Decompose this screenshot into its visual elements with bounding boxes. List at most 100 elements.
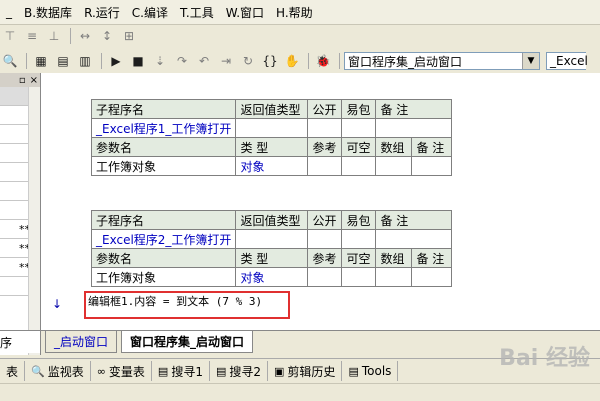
plugin-icon[interactable]: 🐞 <box>313 52 333 70</box>
run-to-cursor-icon[interactable]: ⇥ <box>216 52 236 70</box>
current-line-arrow-icon: ↓ <box>52 297 63 311</box>
array-cell[interactable] <box>375 267 413 287</box>
document-icon: ▤ <box>348 364 359 378</box>
watch-icon[interactable]: {} <box>260 52 280 70</box>
module-select[interactable]: 窗口程序集_启动窗口 ▼ <box>344 52 540 70</box>
menu-bar: _ B.数据库 R.运行 C.编译 T.工具 W.窗口 H.帮助 <box>0 0 600 25</box>
return-type-cell[interactable] <box>235 229 309 249</box>
left-panel-tab[interactable]: 序 <box>0 330 40 353</box>
col-header: 备 注 <box>411 137 453 157</box>
col-header: 备 注 <box>375 210 453 230</box>
subroutine-name[interactable]: _Excel程序2_工作簿打开 <box>90 229 237 249</box>
chevron-down-icon[interactable]: ▼ <box>522 53 539 69</box>
easy-pkg-cell[interactable] <box>341 229 377 249</box>
menu-item-help[interactable]: H.帮助 <box>270 4 319 21</box>
panel-icon[interactable]: ▥ <box>75 52 95 70</box>
col-header: 返回值类型 <box>235 210 309 230</box>
document-icon: ▤ <box>157 364 169 378</box>
alignment-toolbar: ⊤ ≡ ⊥ ↔ ↕ ⊞ <box>0 25 600 47</box>
step-over-icon[interactable]: ↷ <box>172 52 192 70</box>
module-select-value: 窗口程序集_启动窗口 <box>348 54 463 69</box>
nullable-cell[interactable] <box>341 156 377 176</box>
function-select[interactable]: _Excel <box>546 52 588 70</box>
col-header: 可空 <box>341 248 377 268</box>
ref-cell[interactable] <box>307 267 343 287</box>
window-icon[interactable]: ▤ <box>53 52 73 70</box>
col-header: 备 注 <box>411 248 453 268</box>
tab-clip-history[interactable]: ▣ 剪辑历史 <box>268 361 343 381</box>
note-cell[interactable] <box>375 118 453 138</box>
tab-search2[interactable]: ▤ 搜寻2 <box>210 361 269 381</box>
note-cell[interactable] <box>411 156 453 176</box>
variables-icon: ∞ <box>96 364 106 378</box>
col-header: 子程序名 <box>90 210 237 230</box>
param-type[interactable]: 对象 <box>235 156 309 176</box>
tab-label: 搜寻2 <box>229 364 262 379</box>
pin-icon[interactable]: ▫ <box>19 75 26 86</box>
toolbar-separator <box>70 28 71 44</box>
subroutine-table-1: 子程序名 返回值类型 公开 易包 备 注 _Excel程序1_工作簿打开 参数名… <box>90 99 453 176</box>
same-height-icon[interactable]: ↕ <box>97 27 117 45</box>
col-header: 参数名 <box>90 137 237 157</box>
col-header: 参数名 <box>90 248 237 268</box>
menu-item-window[interactable]: W.窗口 <box>220 4 270 21</box>
breakpoint-icon[interactable]: ↻ <box>238 52 258 70</box>
tab-search1[interactable]: ▤ 搜寻1 <box>152 361 210 381</box>
param-type[interactable]: 对象 <box>235 267 309 287</box>
same-size-icon[interactable]: ⊞ <box>119 27 139 45</box>
left-panel-scrollbar[interactable] <box>28 87 40 355</box>
menu-item-compile[interactable]: C.编译 <box>126 4 174 21</box>
col-header: 公开 <box>307 210 343 230</box>
tab-start-window[interactable]: _启动窗口 <box>45 331 118 353</box>
left-panel-header: ▫ × <box>0 73 40 87</box>
menu-item-blank[interactable]: _ <box>0 5 18 19</box>
stop-icon[interactable]: ■ <box>128 52 148 70</box>
note-cell[interactable] <box>411 267 453 287</box>
toolbar-separator <box>339 53 340 69</box>
run-icon[interactable]: ▶ <box>106 52 126 70</box>
public-cell[interactable] <box>307 118 343 138</box>
easy-pkg-cell[interactable] <box>341 118 377 138</box>
same-width-icon[interactable]: ↔ <box>75 27 95 45</box>
align-middle-icon[interactable]: ≡ <box>22 27 42 45</box>
ref-cell[interactable] <box>307 156 343 176</box>
layout-icon[interactable]: ▦ <box>31 52 51 70</box>
col-header: 可空 <box>341 137 377 157</box>
col-header: 返回值类型 <box>235 99 309 119</box>
menu-item-tools[interactable]: T.工具 <box>174 4 220 21</box>
clipboard-icon: ▣ <box>274 364 285 378</box>
watermark: Bai 经验 <box>499 346 590 371</box>
note-cell[interactable] <box>375 229 453 249</box>
step-out-icon[interactable]: ↶ <box>194 52 214 70</box>
return-type-cell[interactable] <box>235 118 309 138</box>
menu-item-database[interactable]: B.数据库 <box>18 4 78 21</box>
highlight-box <box>84 291 290 319</box>
left-panel-tab-label: 序 <box>0 335 13 350</box>
tab-table[interactable]: 表 <box>0 361 26 381</box>
align-top-icon[interactable]: ⊤ <box>0 27 20 45</box>
tab-label: 剪辑历史 <box>287 364 336 379</box>
document-icon: ▤ <box>215 364 227 378</box>
tab-label: Tools <box>361 364 392 378</box>
hand-icon[interactable]: ✋ <box>282 52 302 70</box>
array-cell[interactable] <box>375 156 413 176</box>
subroutine-name[interactable]: _Excel程序1_工作簿打开 <box>90 118 237 138</box>
step-into-icon[interactable]: ⇣ <box>150 52 170 70</box>
align-bottom-icon[interactable]: ⊥ <box>44 27 64 45</box>
tab-tools[interactable]: ▤ Tools <box>342 361 399 381</box>
tab-window-module[interactable]: 窗口程序集_启动窗口 <box>121 331 254 353</box>
param-name[interactable]: 工作簿对象 <box>90 156 237 176</box>
public-cell[interactable] <box>307 229 343 249</box>
tab-watch[interactable]: 🔍 监视表 <box>25 361 91 381</box>
left-panel: ▫ × ** ** ** <box>0 73 41 355</box>
subroutine-table-2: 子程序名 返回值类型 公开 易包 备 注 _Excel程序2_工作簿打开 参数名… <box>90 210 453 287</box>
col-header: 数组 <box>375 137 413 157</box>
col-header: 易包 <box>341 99 377 119</box>
tab-variables[interactable]: ∞ 变量表 <box>91 361 152 381</box>
menu-item-run[interactable]: R.运行 <box>78 4 126 21</box>
find-icon[interactable]: 🔍 <box>0 52 20 70</box>
param-name[interactable]: 工作簿对象 <box>90 267 237 287</box>
close-icon[interactable]: × <box>30 75 38 86</box>
col-header: 备 注 <box>375 99 453 119</box>
nullable-cell[interactable] <box>341 267 377 287</box>
